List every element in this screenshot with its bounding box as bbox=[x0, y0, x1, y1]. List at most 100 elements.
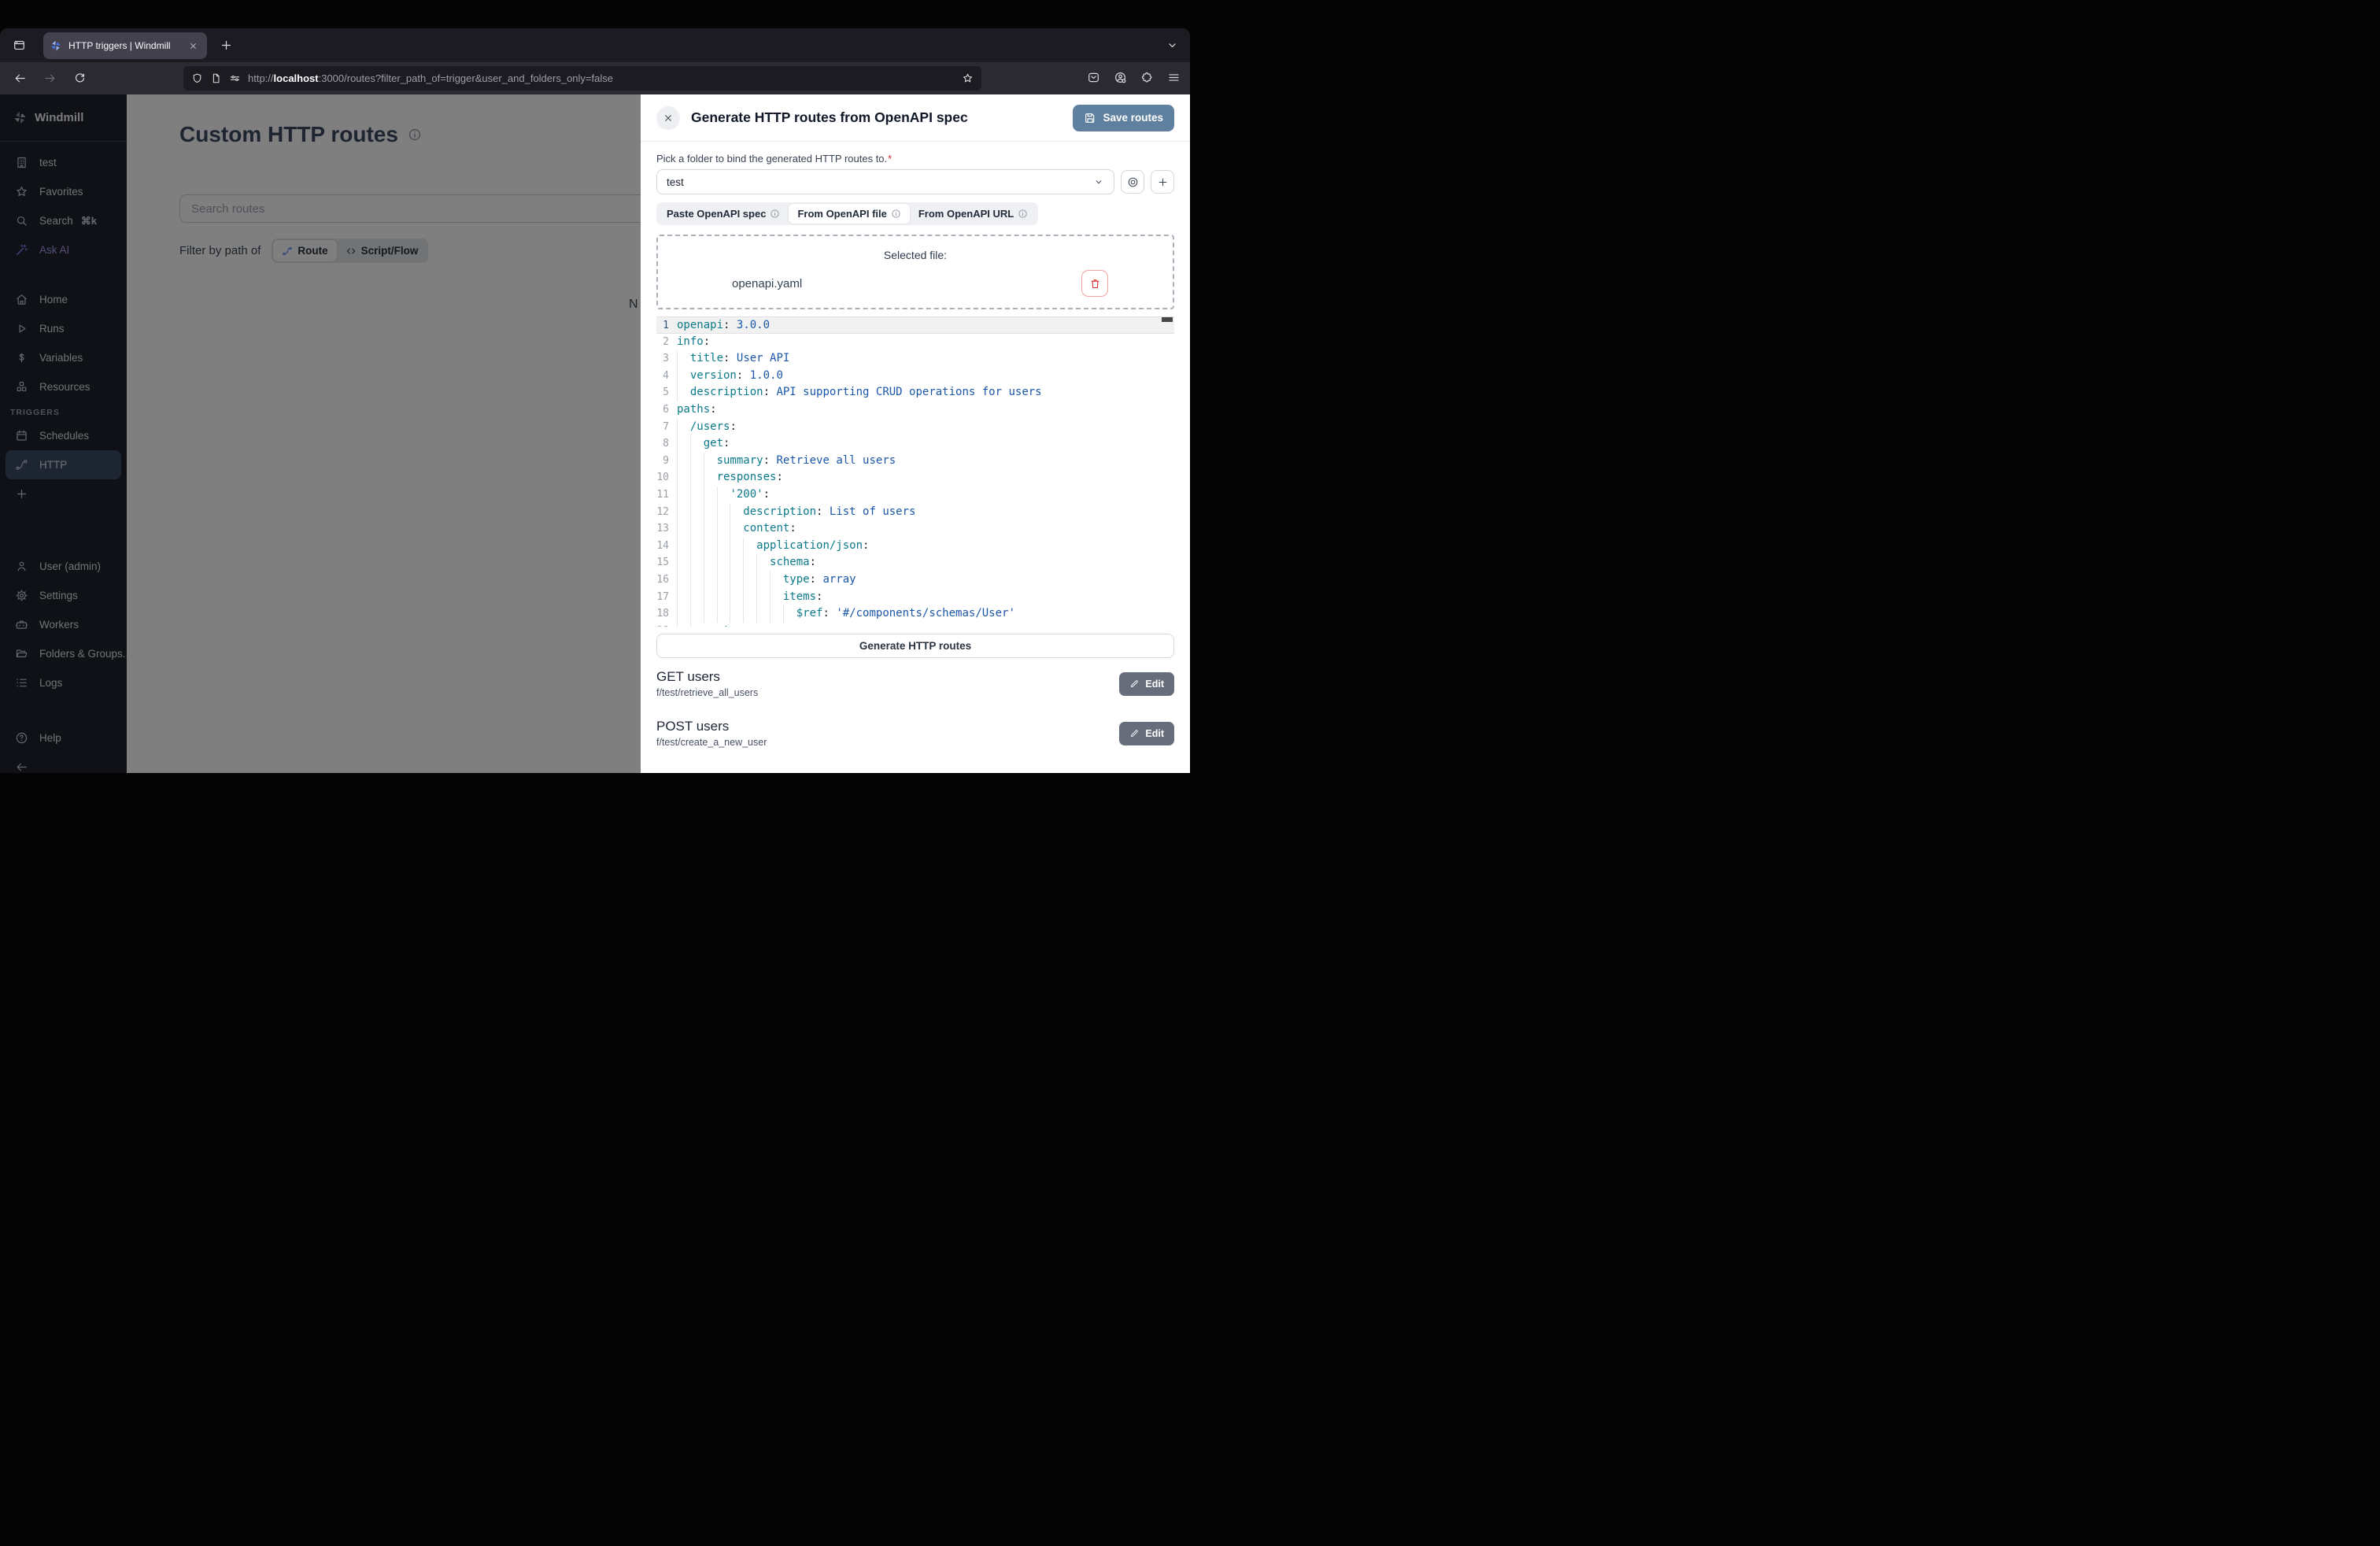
pocket-icon[interactable] bbox=[1081, 65, 1105, 89]
line-number: 19 bbox=[656, 623, 677, 627]
tab-paste-openapi-spec[interactable]: Paste OpenAPI spec bbox=[658, 204, 789, 224]
star-icon bbox=[15, 185, 28, 198]
line-number: 13 bbox=[656, 520, 677, 538]
workspace-logo[interactable]: Windmill bbox=[0, 94, 127, 142]
shield-icon[interactable] bbox=[191, 72, 203, 84]
code-line[interactable]: 8 get: bbox=[656, 435, 1174, 453]
info-icon bbox=[891, 209, 901, 219]
code-line[interactable]: 4 version: 1.0.0 bbox=[656, 368, 1174, 385]
tab-from-openapi-url[interactable]: From OpenAPI URL bbox=[910, 204, 1037, 224]
code-line[interactable]: 9 summary: Retrieve all users bbox=[656, 453, 1174, 470]
tab-close-icon[interactable] bbox=[185, 38, 201, 54]
sidebar-item-user[interactable]: User (admin) bbox=[6, 552, 121, 581]
line-number: 8 bbox=[656, 435, 677, 453]
menu-icon[interactable] bbox=[1162, 65, 1185, 89]
dollar-icon bbox=[15, 351, 28, 364]
reload-button[interactable] bbox=[68, 67, 91, 91]
new-tab-button[interactable] bbox=[214, 33, 238, 57]
filter-chip-script-flow[interactable]: Script/Flow bbox=[337, 240, 427, 261]
selected-file-name: openapi.yaml bbox=[732, 277, 802, 290]
sidebar-item-test[interactable]: test bbox=[6, 148, 121, 177]
line-number: 11 bbox=[656, 486, 677, 504]
url-text: http://localhost:3000/routes?filter_path… bbox=[248, 72, 962, 84]
browser-tab[interactable]: HTTP triggers | Windmill bbox=[43, 32, 207, 59]
sidebar-item-settings[interactable]: Settings bbox=[6, 581, 121, 610]
code-line[interactable]: 14 application/json: bbox=[656, 538, 1174, 555]
code-line[interactable]: 6paths: bbox=[656, 401, 1174, 419]
scrollbar-thumb[interactable] bbox=[1162, 317, 1173, 322]
sidebar-item-home[interactable]: Home bbox=[6, 285, 121, 314]
sidebar-item-runs[interactable]: Runs bbox=[6, 314, 121, 343]
info-icon[interactable] bbox=[408, 128, 422, 142]
edit-route-button[interactable]: Edit bbox=[1119, 672, 1174, 696]
account-icon[interactable] bbox=[1108, 65, 1132, 89]
plus-icon bbox=[15, 487, 28, 501]
sidebar-item-collapse[interactable] bbox=[6, 753, 121, 773]
sidebar-item-http[interactable]: HTTP bbox=[6, 450, 121, 479]
code-line[interactable]: 11 '200': bbox=[656, 486, 1174, 504]
route-path: f/test/create_a_new_user bbox=[656, 737, 767, 748]
building-icon bbox=[15, 156, 28, 169]
list-all-tabs-icon[interactable] bbox=[1160, 33, 1184, 57]
sidebar-item-logs[interactable]: Logs bbox=[6, 668, 121, 697]
code-line[interactable]: 16 type: array bbox=[656, 571, 1174, 589]
arrow-left-icon bbox=[15, 760, 28, 773]
pencil-icon bbox=[1129, 679, 1140, 689]
code-line[interactable]: 12 description: List of users bbox=[656, 504, 1174, 521]
sidebar-item-variables[interactable]: Variables bbox=[6, 343, 121, 372]
sidebar-item-resources[interactable]: Resources bbox=[6, 372, 121, 401]
extensions-icon[interactable] bbox=[1135, 65, 1159, 89]
code-line[interactable]: 3 title: User API bbox=[656, 350, 1174, 368]
add-folder-button[interactable] bbox=[1151, 170, 1174, 194]
drawer-title: Generate HTTP routes from OpenAPI spec bbox=[691, 109, 1073, 126]
tab-from-openapi-file[interactable]: From OpenAPI file bbox=[789, 204, 909, 224]
line-number: 15 bbox=[656, 554, 677, 571]
code-line[interactable]: 17 items: bbox=[656, 589, 1174, 606]
code-line[interactable]: 18 $ref: '#/components/schemas/User' bbox=[656, 605, 1174, 623]
line-number: 12 bbox=[656, 504, 677, 521]
sidebar-item-help[interactable]: Help bbox=[6, 723, 121, 753]
code-line[interactable]: 2info: bbox=[656, 334, 1174, 351]
sidebar-item-folders-groups[interactable]: Folders & Groups... bbox=[6, 639, 121, 668]
sidebar-item-favorites[interactable]: Favorites bbox=[6, 177, 121, 206]
code-line[interactable]: 5 description: API supporting CRUD opera… bbox=[656, 384, 1174, 401]
back-button[interactable] bbox=[8, 67, 31, 91]
code-editor[interactable]: 1openapi: 3.0.02info:3 title: User API4 … bbox=[656, 316, 1174, 627]
permissions-icon[interactable] bbox=[229, 72, 241, 84]
code-icon bbox=[346, 246, 357, 257]
line-number: 6 bbox=[656, 401, 677, 419]
sidebar-item-schedules[interactable]: Schedules bbox=[6, 421, 121, 450]
line-number: 10 bbox=[656, 469, 677, 486]
forward-button[interactable] bbox=[38, 67, 61, 91]
filter-toggle-group: RouteScript/Flow bbox=[272, 239, 428, 263]
trash-icon bbox=[1089, 278, 1101, 290]
line-number: 3 bbox=[656, 350, 677, 368]
save-routes-button[interactable]: Save routes bbox=[1073, 105, 1174, 131]
view-folder-button[interactable] bbox=[1121, 170, 1144, 194]
close-drawer-button[interactable] bbox=[656, 106, 680, 130]
url-bar[interactable]: http://localhost:3000/routes?filter_path… bbox=[183, 66, 981, 91]
wand-icon bbox=[15, 243, 28, 257]
edit-route-button[interactable]: Edit bbox=[1119, 722, 1174, 745]
page-info-icon[interactable] bbox=[210, 72, 222, 84]
sidebar-item-search[interactable]: Search⌘k bbox=[6, 206, 121, 235]
firefox-view-icon[interactable] bbox=[7, 33, 31, 57]
filter-chip-route[interactable]: Route bbox=[273, 240, 336, 261]
code-line[interactable]: 7 /users: bbox=[656, 419, 1174, 436]
filter-label: Filter by path of bbox=[179, 244, 261, 257]
sidebar-item-workers[interactable]: Workers bbox=[6, 610, 121, 639]
code-line[interactable]: 19 post: bbox=[656, 623, 1174, 627]
help-icon bbox=[15, 731, 28, 745]
generate-routes-button[interactable]: Generate HTTP routes bbox=[656, 634, 1174, 658]
sidebar-item-ask-ai[interactable]: Ask AI bbox=[6, 235, 121, 264]
sidebar-item-add-trigger[interactable] bbox=[6, 479, 121, 509]
folder-select[interactable]: test bbox=[656, 169, 1114, 194]
code-line[interactable]: 10 responses: bbox=[656, 469, 1174, 486]
code-line[interactable]: 13 content: bbox=[656, 520, 1174, 538]
code-line[interactable]: 15 schema: bbox=[656, 554, 1174, 571]
workspace-name: Windmill bbox=[35, 111, 83, 124]
bookmark-star-icon[interactable] bbox=[962, 72, 974, 84]
play-icon bbox=[15, 322, 28, 335]
code-line[interactable]: 1openapi: 3.0.0 bbox=[656, 316, 1174, 334]
remove-file-button[interactable] bbox=[1081, 270, 1108, 297]
